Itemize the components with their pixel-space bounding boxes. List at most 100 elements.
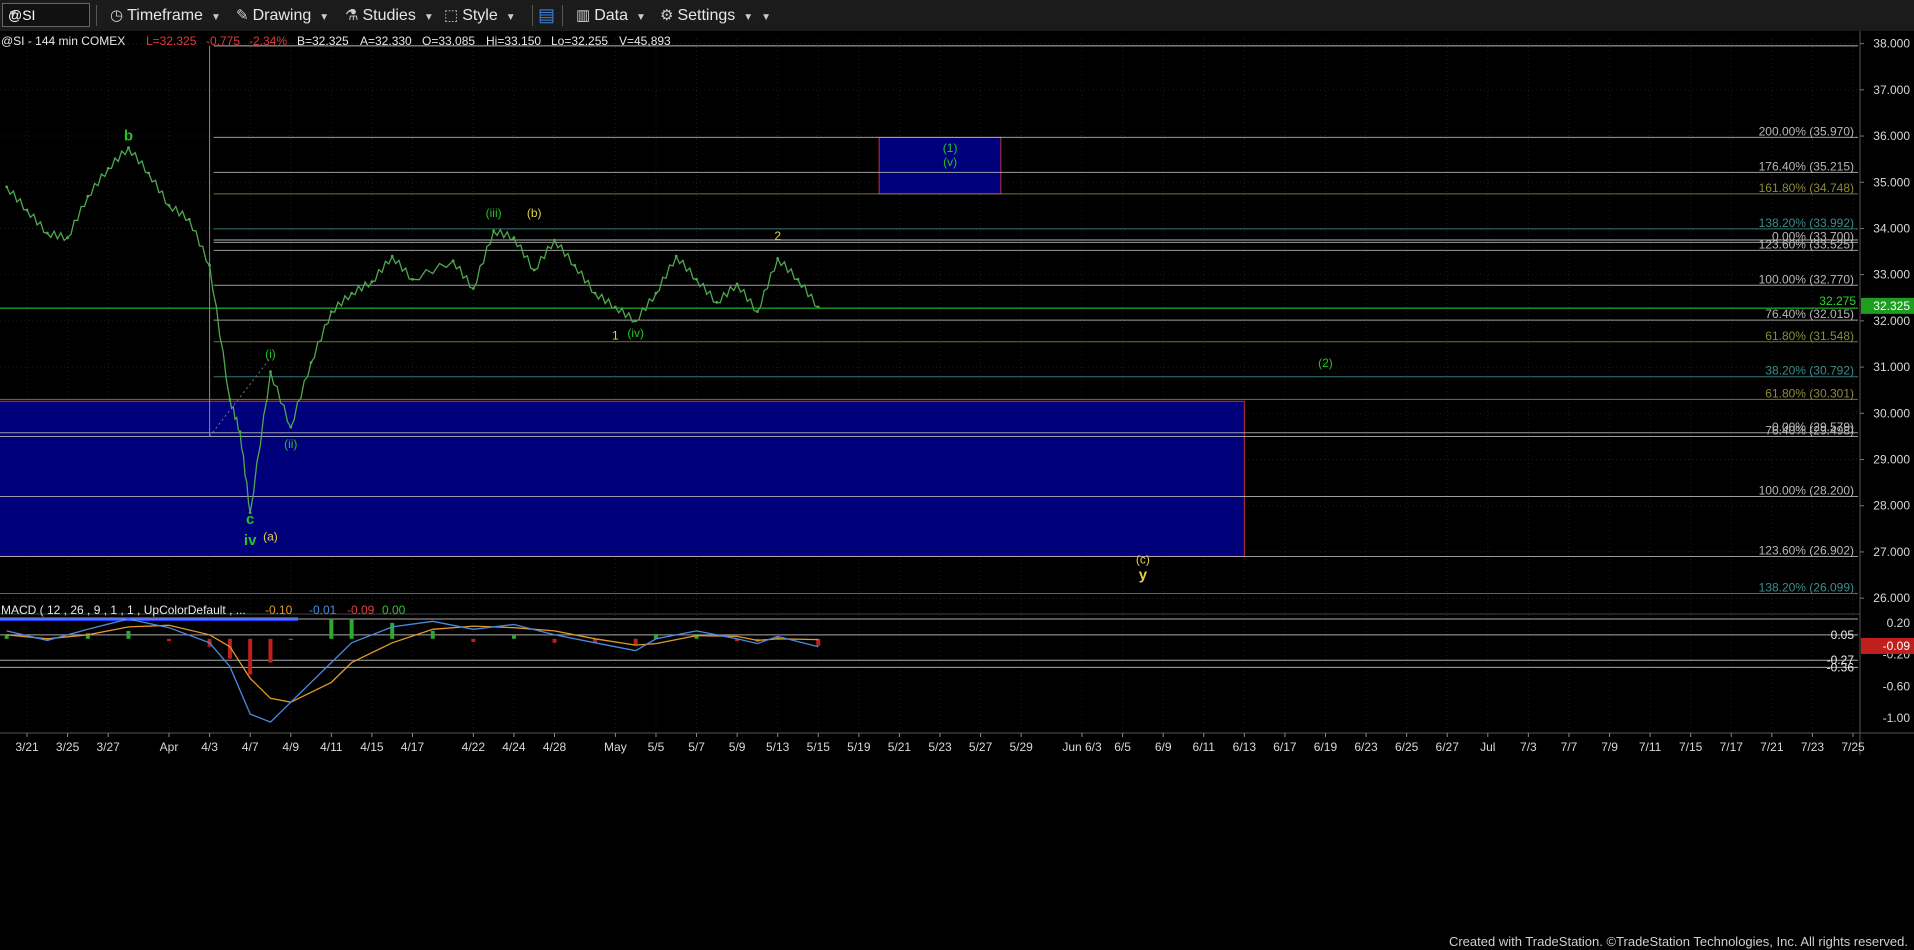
x-tick-label: 6/23 xyxy=(1354,740,1378,754)
macd-value-tag-label: -0.09 xyxy=(1883,639,1911,653)
level-label: 32.275 xyxy=(1819,294,1856,308)
x-tick-label: 3/21 xyxy=(15,740,39,754)
price-point xyxy=(654,291,658,295)
toolbar-divider xyxy=(562,5,563,26)
drawing-label: Drawing xyxy=(252,7,312,24)
fib-label: 138.20% (33.992) xyxy=(1759,216,1854,230)
price-point xyxy=(634,319,638,323)
chevron-down-icon: ▼ xyxy=(635,12,646,23)
price-point xyxy=(492,229,496,233)
x-tick-label: 7/25 xyxy=(1841,740,1865,754)
flask-icon: ⚗ xyxy=(345,7,359,24)
studies-menu[interactable]: ⚗ Studies ▼ xyxy=(345,0,434,31)
high-price: Hi=33.150 xyxy=(486,34,541,48)
macd-value: 0.00 xyxy=(382,603,406,617)
last-price-tag-label: 32.325 xyxy=(1873,299,1910,313)
x-tick-label: 3/27 xyxy=(96,740,120,754)
wave-label: (v) xyxy=(943,155,957,169)
y-tick-label: 28.000 xyxy=(1873,499,1910,513)
x-tick-label: 6/19 xyxy=(1314,740,1338,754)
chevron-down-icon: ▼ xyxy=(423,12,434,23)
chart-area[interactable]: 200.00% (35.970)176.40% (35.215)161.80% … xyxy=(0,31,1914,950)
x-tick-label: 7/3 xyxy=(1520,740,1537,754)
price-point xyxy=(350,291,354,295)
x-tick-label: 4/17 xyxy=(401,740,425,754)
macd-histogram-bar xyxy=(552,638,557,643)
wave-label: (a) xyxy=(263,529,278,543)
price-point xyxy=(776,257,780,260)
last-price: L=32.325 xyxy=(146,34,197,48)
price-point xyxy=(816,305,820,309)
x-tick-label: 6/17 xyxy=(1273,740,1297,754)
wave-label: (ii) xyxy=(284,437,297,451)
price-point xyxy=(127,146,130,149)
y-tick-label: 29.000 xyxy=(1873,453,1910,467)
price-point xyxy=(45,231,49,235)
fib-label: 200.00% (35.970) xyxy=(1759,124,1854,138)
y-tick-label: 32.000 xyxy=(1873,314,1910,328)
symbol-input[interactable]: @SI ▼ xyxy=(2,3,90,27)
x-tick-label: 7/21 xyxy=(1760,740,1784,754)
macd-y-label: -1.00 xyxy=(1883,711,1911,725)
price-point xyxy=(25,208,29,212)
fib-label: 61.80% (30.301) xyxy=(1765,386,1854,400)
fib-label: 138.20% (26.099) xyxy=(1759,581,1854,595)
settings-menu[interactable]: ⚙ Settings ▼ ▼ xyxy=(660,0,771,31)
x-tick-label: Jul xyxy=(1480,740,1495,754)
fib-label: 123.60% (33.525) xyxy=(1759,237,1854,251)
symbol-info: @SI - 144 min COMEX xyxy=(1,34,125,48)
target-box xyxy=(0,400,1245,557)
wave-label: (iv) xyxy=(627,326,644,340)
macd-histogram-bar xyxy=(126,630,131,639)
macd-histogram-bar xyxy=(390,622,395,639)
chevron-down-icon: ▼ xyxy=(319,12,330,23)
data-menu[interactable]: ▥ Data ▼ xyxy=(576,0,646,31)
price-point xyxy=(269,370,272,374)
chevron-down-icon: ▼ xyxy=(743,12,754,23)
chevron-down-icon[interactable]: ▼ xyxy=(8,4,85,26)
price-point xyxy=(613,305,617,309)
x-tick-label: 7/7 xyxy=(1561,740,1578,754)
layout-icon[interactable]: ▤ xyxy=(538,0,555,31)
price-point xyxy=(695,277,698,281)
x-tick-label: 7/15 xyxy=(1679,740,1703,754)
style-menu[interactable]: ⬚ Style ▼ xyxy=(444,0,516,31)
price-point xyxy=(5,185,9,189)
macd-histogram-bar xyxy=(248,638,253,675)
volume: V=45,893 xyxy=(619,34,671,48)
x-tick-label: Jun 6/3 xyxy=(1062,740,1102,754)
x-tick-label: 4/9 xyxy=(282,740,299,754)
x-tick-label: 4/22 xyxy=(462,740,486,754)
macd-histogram-bar xyxy=(288,638,293,640)
price-point xyxy=(390,254,394,258)
macd-value: -0.09 xyxy=(347,603,375,617)
fib-label: 123.60% (26.902) xyxy=(1759,543,1854,557)
price-point xyxy=(187,217,191,221)
wave-label: (iii) xyxy=(486,206,502,220)
y-tick-label: 30.000 xyxy=(1873,406,1910,420)
settings-label: Settings xyxy=(677,7,736,24)
price-point xyxy=(329,310,333,314)
fib-label: 76.40% (32.015) xyxy=(1765,307,1854,321)
drawing-menu[interactable]: ✎ Drawing ▼ xyxy=(236,0,329,31)
timeframe-menu[interactable]: ◷ Timeframe ▼ xyxy=(110,0,221,31)
x-tick-label: 4/28 xyxy=(543,740,567,754)
macd-histogram-bar xyxy=(349,618,354,639)
data-label: Data xyxy=(594,7,628,24)
wave-label: 1 xyxy=(612,328,619,342)
x-tick-label: 5/27 xyxy=(969,740,993,754)
y-tick-label: 27.000 xyxy=(1873,545,1910,559)
price-point xyxy=(289,425,293,429)
x-tick-label: 4/11 xyxy=(320,740,343,754)
x-tick-label: Apr xyxy=(160,740,179,754)
low-price: Lo=32.255 xyxy=(551,34,608,48)
wave-label: (c) xyxy=(1136,552,1150,566)
price-point xyxy=(471,287,475,290)
price-point xyxy=(86,194,90,198)
price-point xyxy=(756,310,759,314)
y-tick-label: 38.000 xyxy=(1873,37,1910,51)
x-tick-label: 5/15 xyxy=(807,740,831,754)
price-point xyxy=(674,254,678,258)
price-point xyxy=(370,280,374,284)
fib-label: 161.80% (34.748) xyxy=(1759,181,1854,195)
